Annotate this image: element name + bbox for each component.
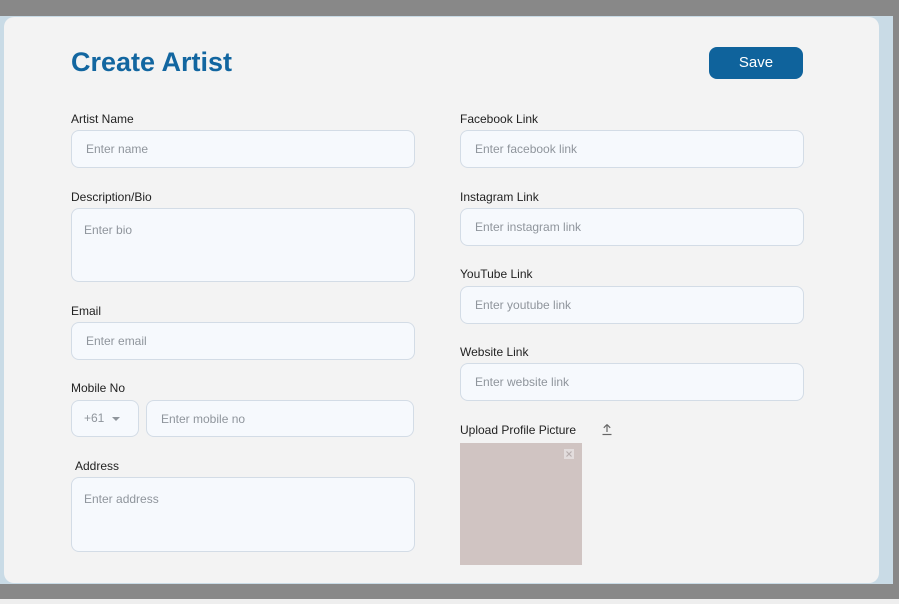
youtube-label: YouTube Link [460,267,533,281]
bio-textarea[interactable] [71,208,415,282]
upload-icon[interactable] [601,423,613,436]
close-icon[interactable] [564,449,574,459]
artist-name-input[interactable] [71,130,415,168]
profile-picture-preview [460,443,582,565]
chevron-down-icon [112,417,120,421]
facebook-label: Facebook Link [460,112,539,126]
save-button[interactable]: Save [709,47,803,79]
mobile-input[interactable] [146,400,414,437]
email-input[interactable] [71,322,415,360]
bottom-strip [0,599,899,604]
artist-name-label: Artist Name [71,112,134,126]
website-label: Website Link [460,345,529,359]
bio-label: Description/Bio [71,190,152,204]
instagram-label: Instagram Link [460,190,539,204]
country-code-value: +61 [84,411,105,425]
instagram-input[interactable] [460,208,804,246]
address-label: Address [75,459,120,473]
page-title: Create Artist [71,47,233,77]
facebook-input[interactable] [460,130,804,168]
country-code-select[interactable]: +61 [71,400,139,437]
address-textarea[interactable] [71,477,415,552]
website-input[interactable] [460,363,804,401]
email-label: Email [71,304,102,318]
mobile-label: Mobile No [71,381,126,395]
upload-label: Upload Profile Picture [460,423,577,437]
youtube-input[interactable] [460,286,804,324]
